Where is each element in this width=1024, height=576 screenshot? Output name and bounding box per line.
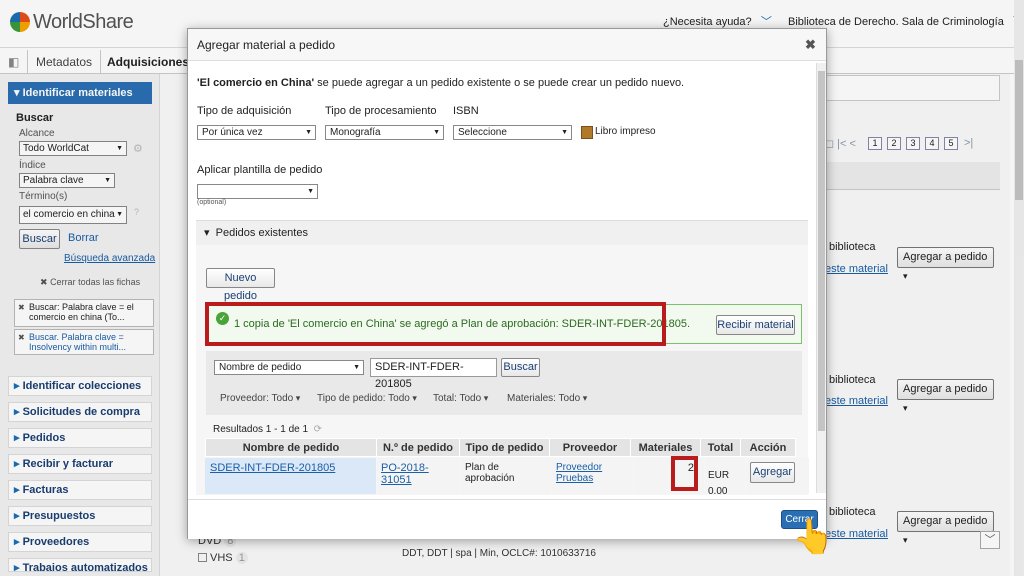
dialog-footer: Cerrar (188, 499, 826, 539)
results-count: Resultados 1 - 1 de 1 ⟳ (213, 424, 323, 435)
processing-type-select[interactable]: Monografía (325, 125, 444, 140)
add-material-dialog: Agregar material a pedido ✖ 'El comercio… (187, 28, 827, 539)
col-order-name[interactable]: Nombre de pedido (205, 438, 377, 457)
receive-material-button[interactable]: Recibir material (716, 315, 795, 335)
order-type-cell: Plan de aprobación (461, 458, 551, 494)
dialog-intro: 'El comercio en China' se puede agregar … (197, 77, 685, 89)
template-label: Aplicar plantilla de pedido (197, 164, 323, 176)
order-number-cell: PO-2018-31051 (377, 458, 460, 494)
pointer-hand-icon: 👆 (792, 518, 835, 556)
col-vendor[interactable]: Proveedor (549, 438, 631, 457)
order-field-select[interactable]: Nombre de pedido (214, 360, 364, 375)
col-materials[interactable]: Materiales (630, 438, 701, 457)
vendor-cell: Proveedor Pruebas (552, 458, 633, 494)
table-row: SDER-INT-FDER-201805 PO-2018-31051 Plan … (205, 458, 809, 494)
order-number-link[interactable]: PO-2018-31051 (381, 462, 429, 486)
vendor-link[interactable]: Proveedor Pruebas (556, 462, 602, 484)
order-filter-bar: Nombre de pedido SDER-INT-FDER-201805 Bu… (206, 351, 802, 415)
add-to-order-row-button[interactable]: Agregar (750, 462, 795, 483)
dialog-scrollbar-thumb[interactable] (818, 71, 825, 431)
optional-hint: (optional) (197, 199, 227, 206)
col-order-number[interactable]: N.º de pedido (376, 438, 460, 457)
existing-orders-header[interactable]: ▾ Pedidos existentes (196, 221, 808, 245)
orders-table: Nombre de pedido N.º de pedido Tipo de p… (205, 438, 796, 457)
total-filter[interactable]: Total: Todo (433, 393, 488, 404)
col-total[interactable]: Total (700, 438, 741, 457)
materials-filter[interactable]: Materiales: Todo (507, 393, 587, 404)
highlight-materials-count (671, 456, 698, 491)
isbn-select[interactable]: Seleccione (453, 125, 572, 140)
order-search-button[interactable]: Buscar (501, 358, 540, 377)
close-icon[interactable]: ✖ (805, 37, 816, 53)
refresh-icon[interactable]: ⟳ (314, 424, 322, 435)
action-cell: Agregar (746, 458, 809, 494)
processing-type-label: Tipo de procesamiento (325, 105, 437, 117)
format-label: Libro impreso (595, 126, 656, 137)
dialog-title: Agregar material a pedido (188, 29, 826, 61)
total-cell: EUR 0,00 (705, 458, 745, 494)
highlight-success-box (205, 302, 666, 346)
dialog-scrollbar[interactable] (816, 63, 826, 493)
book-icon (581, 126, 593, 139)
col-order-type[interactable]: Tipo de pedido (459, 438, 550, 457)
order-type-filter[interactable]: Tipo de pedido: Todo (317, 393, 417, 404)
acquisition-type-label: Tipo de adquisición (197, 105, 292, 117)
order-name-link[interactable]: SDER-INT-FDER-201805 (210, 462, 335, 474)
order-name-cell: SDER-INT-FDER-201805 (205, 458, 376, 494)
table-header: Nombre de pedido N.º de pedido Tipo de p… (205, 438, 796, 457)
new-order-button[interactable]: Nuevo pedido (206, 268, 275, 302)
template-select[interactable] (197, 184, 318, 199)
col-action: Acción (740, 438, 796, 457)
vendor-filter[interactable]: Proveedor: Todo (220, 393, 300, 404)
acquisition-type-select[interactable]: Por única vez (197, 125, 316, 140)
isbn-label: ISBN (453, 105, 479, 117)
order-search-input[interactable]: SDER-INT-FDER-201805 (370, 358, 497, 390)
